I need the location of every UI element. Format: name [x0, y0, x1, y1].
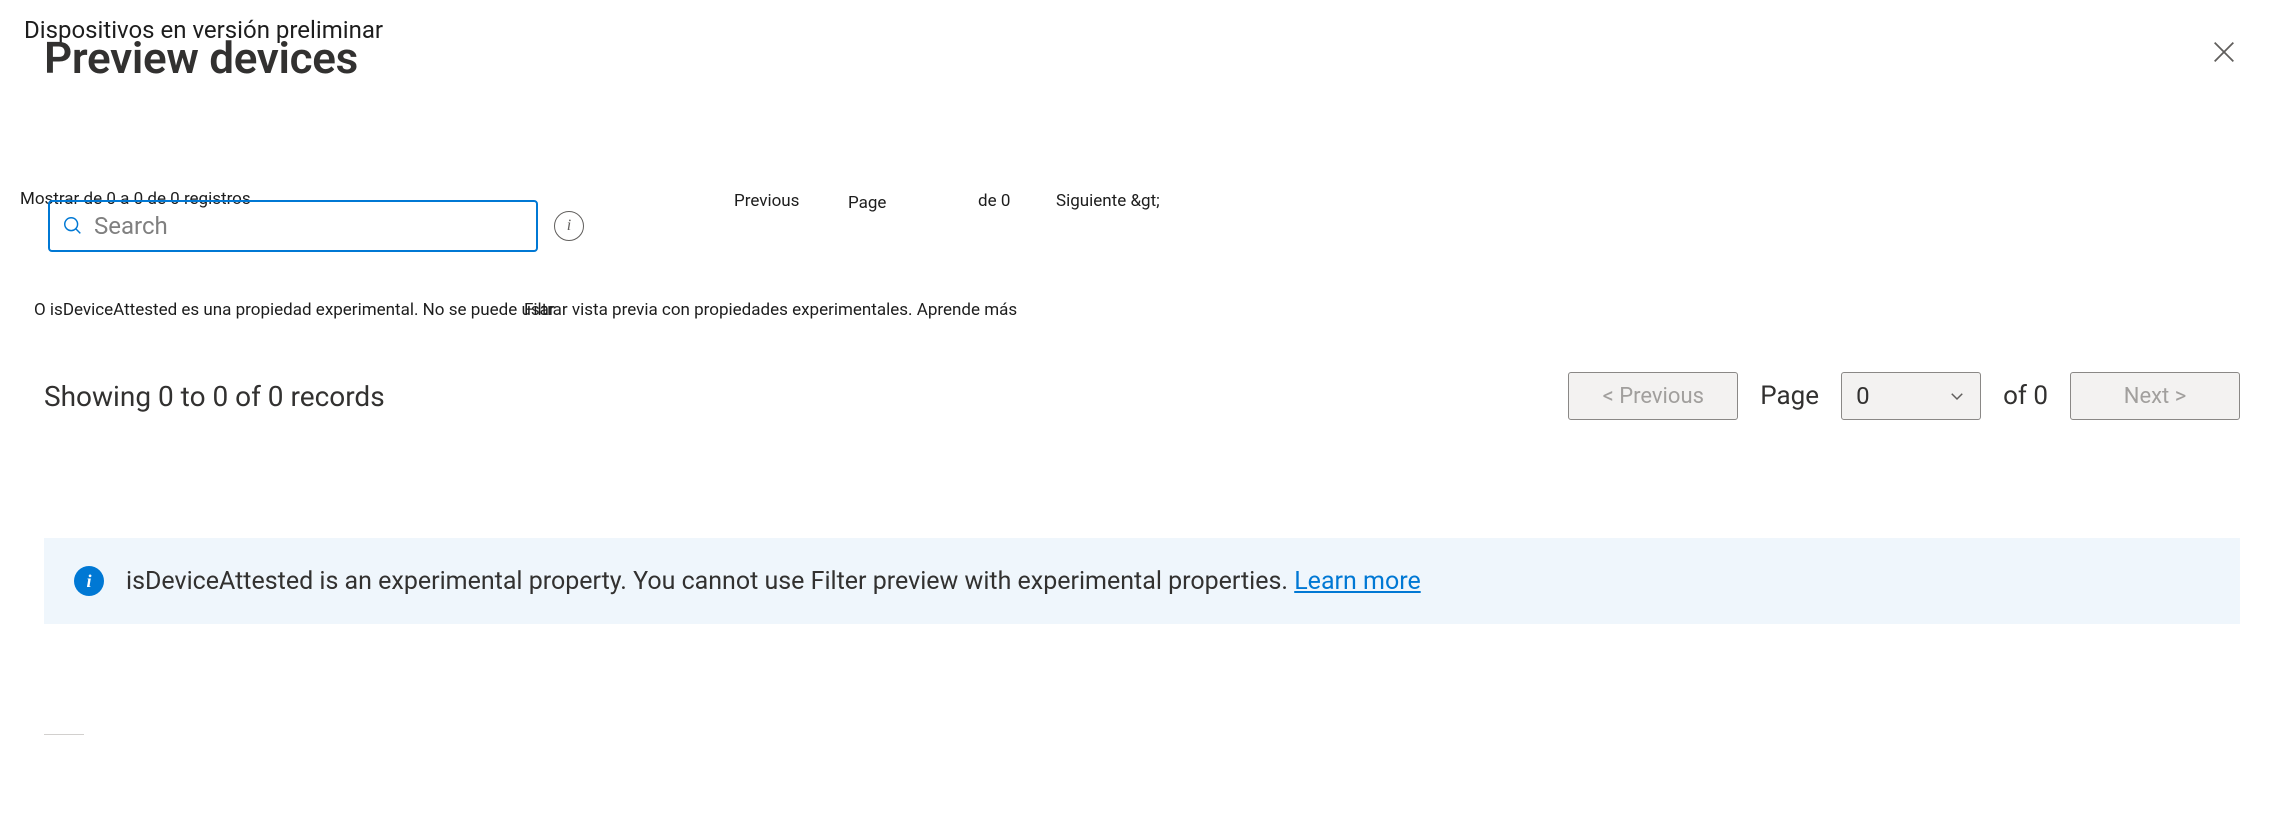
search-box[interactable]	[48, 200, 538, 252]
page-select[interactable]: 0	[1841, 372, 1981, 420]
pager: < Previous Page 0 of 0 Next >	[1568, 372, 2240, 420]
ghost-page-small: Page	[848, 193, 886, 213]
close-button[interactable]	[2208, 36, 2240, 68]
banner-text: isDeviceAttested is an experimental prop…	[126, 567, 1421, 596]
previous-button[interactable]: < Previous	[1568, 372, 1738, 420]
ghost-next-small: Siguiente &gt;	[1056, 191, 1160, 211]
ghost-prev-small: Previous	[734, 191, 799, 211]
search-icon	[62, 215, 84, 237]
info-icon: i	[567, 217, 571, 235]
chevron-down-icon	[1948, 387, 1966, 405]
ghost-de-small: de 0	[978, 191, 1010, 211]
page-select-value: 0	[1856, 382, 1870, 410]
records-count: Showing 0 to 0 of 0 records	[44, 380, 385, 413]
close-icon	[2210, 38, 2238, 66]
ghost-hint-right: Filtrar vista previa con propiedades exp…	[524, 300, 1017, 320]
banner-message: isDeviceAttested is an experimental prop…	[126, 567, 1294, 596]
learn-more-link[interactable]: Learn more	[1294, 567, 1420, 596]
search-info-button[interactable]: i	[554, 211, 584, 241]
page-of-label: of 0	[2003, 381, 2048, 411]
divider	[44, 734, 84, 735]
ghost-hint-left: O isDeviceAttested es una propiedad expe…	[34, 300, 555, 320]
search-input[interactable]	[94, 212, 524, 240]
info-banner: i isDeviceAttested is an experimental pr…	[44, 538, 2240, 624]
records-row: Showing 0 to 0 of 0 records < Previous P…	[44, 372, 2240, 420]
info-icon: i	[74, 566, 104, 596]
page-title: Preview devices	[44, 32, 358, 84]
next-button[interactable]: Next >	[2070, 372, 2240, 420]
search-row: i	[48, 200, 584, 252]
page-label: Page	[1760, 381, 1819, 411]
